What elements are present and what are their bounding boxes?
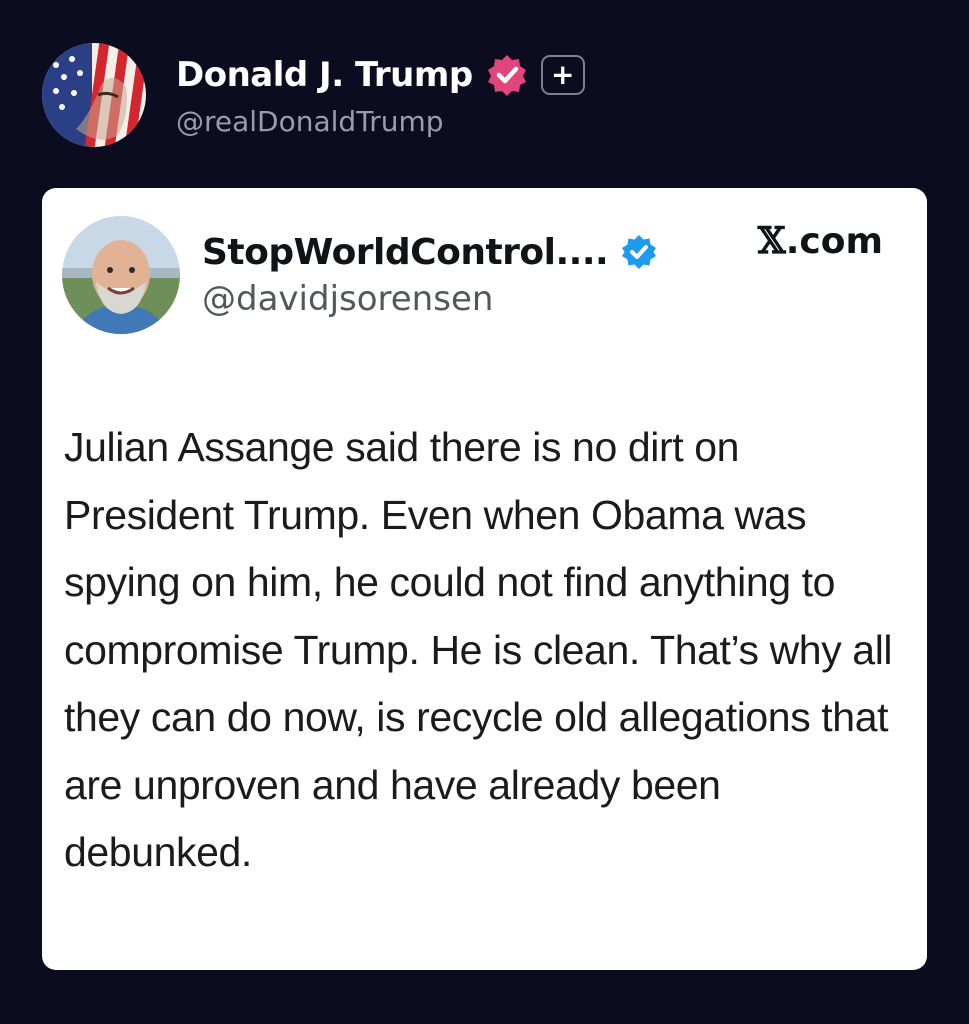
post-header: Donald J. Trump + @realDonaldTrump	[42, 40, 585, 150]
post-author: Donald J. Trump + @realDonaldTrump	[176, 53, 585, 138]
quoted-post-header: StopWorldControl.... @davidjsorensen	[62, 216, 658, 334]
portrait-icon	[62, 216, 180, 334]
author-handle[interactable]: @realDonaldTrump	[176, 105, 585, 138]
source-domain: .com	[785, 221, 883, 262]
quoted-post-card[interactable]: StopWorldControl.... @davidjsorensen 𝕏.c…	[42, 188, 927, 970]
quoted-author-name[interactable]: StopWorldControl....	[202, 232, 609, 273]
author-row: Donald J. Trump +	[176, 53, 585, 97]
quoted-author-row: StopWorldControl....	[202, 232, 658, 273]
plus-badge-icon: +	[540, 54, 585, 95]
flag-portrait-icon	[42, 43, 146, 147]
quoted-author: StopWorldControl.... @davidjsorensen	[202, 232, 658, 319]
quoted-avatar[interactable]	[62, 216, 180, 334]
quoted-author-handle[interactable]: @davidjsorensen	[202, 279, 658, 319]
author-name[interactable]: Donald J. Trump	[176, 55, 473, 95]
screenshot-page: Donald J. Trump + @realDonaldTrump StopW…	[0, 0, 969, 1024]
quoted-post-text: Julian Assange said there is no dirt on …	[64, 424, 893, 875]
x-logo-icon: 𝕏	[757, 220, 786, 262]
verified-badge-pink-icon	[487, 54, 526, 96]
avatar[interactable]	[42, 43, 146, 147]
source-label[interactable]: 𝕏.com	[758, 220, 883, 262]
verified-badge-blue-icon	[622, 235, 657, 269]
